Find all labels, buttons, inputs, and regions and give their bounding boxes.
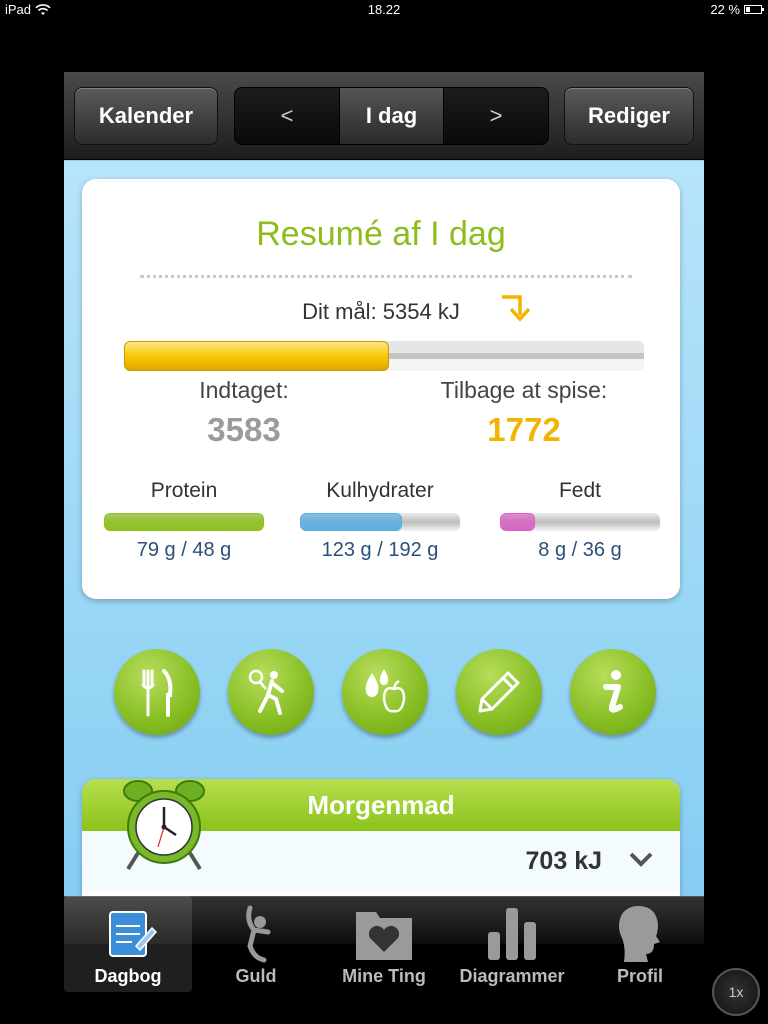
tab-label: Mine Ting [342,966,426,986]
remaining-value: 1772 [487,411,561,448]
battery-percent: 22 % [710,2,740,17]
energy-progress-fill [124,341,390,371]
macro-protein: Protein 79 g / 48 g [104,479,264,562]
add-note-button[interactable] [456,649,542,735]
summary-title: Resumé af I dag [256,215,506,253]
water-apple-icon [365,669,406,713]
navigation-bar: Kalender < I dag > Rediger [64,72,704,160]
add-exercise-button[interactable] [228,649,314,735]
macro-carbs: Kulhydrater 123 g / 192 g [300,479,460,562]
exercise-icon [248,669,284,715]
day-segment-control: < I dag > [234,87,549,145]
profile-head-icon [619,906,660,962]
info-icon [603,670,623,713]
add-water-fruit-button[interactable] [342,649,428,735]
fork-knife-icon [141,669,173,717]
macro-bar [300,513,460,531]
content-area: Resumé af I dag Dit mål: 5354 kJ Indtage… [64,161,704,909]
goal-text: Dit mål: 5354 kJ [302,299,460,324]
notepad-icon [109,911,158,957]
action-buttons [64,649,704,739]
macro-bar [500,513,660,531]
eaten-label: Indtaget: [199,377,289,403]
eaten-value: 3583 [207,411,281,448]
tab-bar: Dagbog Guld Mine Ting Diagrammer Profil [64,896,704,992]
info-button[interactable] [570,649,656,735]
macro-bar-fill [300,513,403,531]
goal-arrow-icon [502,295,531,322]
battery-icon [744,5,764,14]
gold-figure-icon [246,905,271,963]
bar-chart-icon [488,908,536,960]
macro-name: Kulhydrater [326,479,434,502]
heart-folder-icon [356,912,412,960]
zoom-button[interactable]: 1x [712,968,760,1016]
clock-time: 18.22 [367,2,401,17]
meal-energy: 703 kJ [525,847,602,875]
macro-name: Protein [150,479,218,502]
macro-name: Fedt [558,479,602,502]
app-window: Kalender < I dag > Rediger Resumé af I d… [64,72,704,944]
tab-dagbog[interactable]: Dagbog [64,896,192,992]
add-food-button[interactable] [114,649,200,735]
tab-guld[interactable]: Guld [192,896,320,992]
macro-bar-fill [104,513,264,531]
chevron-down-icon[interactable] [628,849,654,869]
previous-day-button[interactable]: < [235,88,339,144]
calendar-button[interactable]: Kalender [74,87,218,145]
tab-mine-ting[interactable]: Mine Ting [320,896,448,992]
macro-bar-fill [500,513,536,531]
pencil-icon [478,671,520,713]
edit-button[interactable]: Rediger [564,87,694,145]
summary-card: Resumé af I dag Dit mål: 5354 kJ Indtage… [82,179,680,599]
macro-amount: 79 g / 48 g [136,539,232,561]
macro-amount: 123 g / 192 g [321,539,439,561]
macro-bar [104,513,264,531]
tab-label: Guld [235,966,277,986]
tab-label: Dagbog [94,966,162,986]
remaining-label: Tilbage at spise: [440,377,608,403]
alarm-clock-icon [123,780,205,871]
status-bar: iPad 18.22 22 % [0,0,768,20]
tab-profil[interactable]: Profil [576,896,704,992]
tab-label: Profil [616,966,663,986]
today-button[interactable]: I dag [339,88,444,144]
tab-diagrammer[interactable]: Diagrammer [448,896,576,992]
macro-amount: 8 g / 36 g [538,539,622,561]
tab-label: Diagrammer [459,966,565,986]
title-divider [140,275,632,278]
energy-progress-bar [124,341,644,371]
macro-fat: Fedt 8 g / 36 g [500,479,660,562]
next-day-button[interactable]: > [444,88,548,144]
